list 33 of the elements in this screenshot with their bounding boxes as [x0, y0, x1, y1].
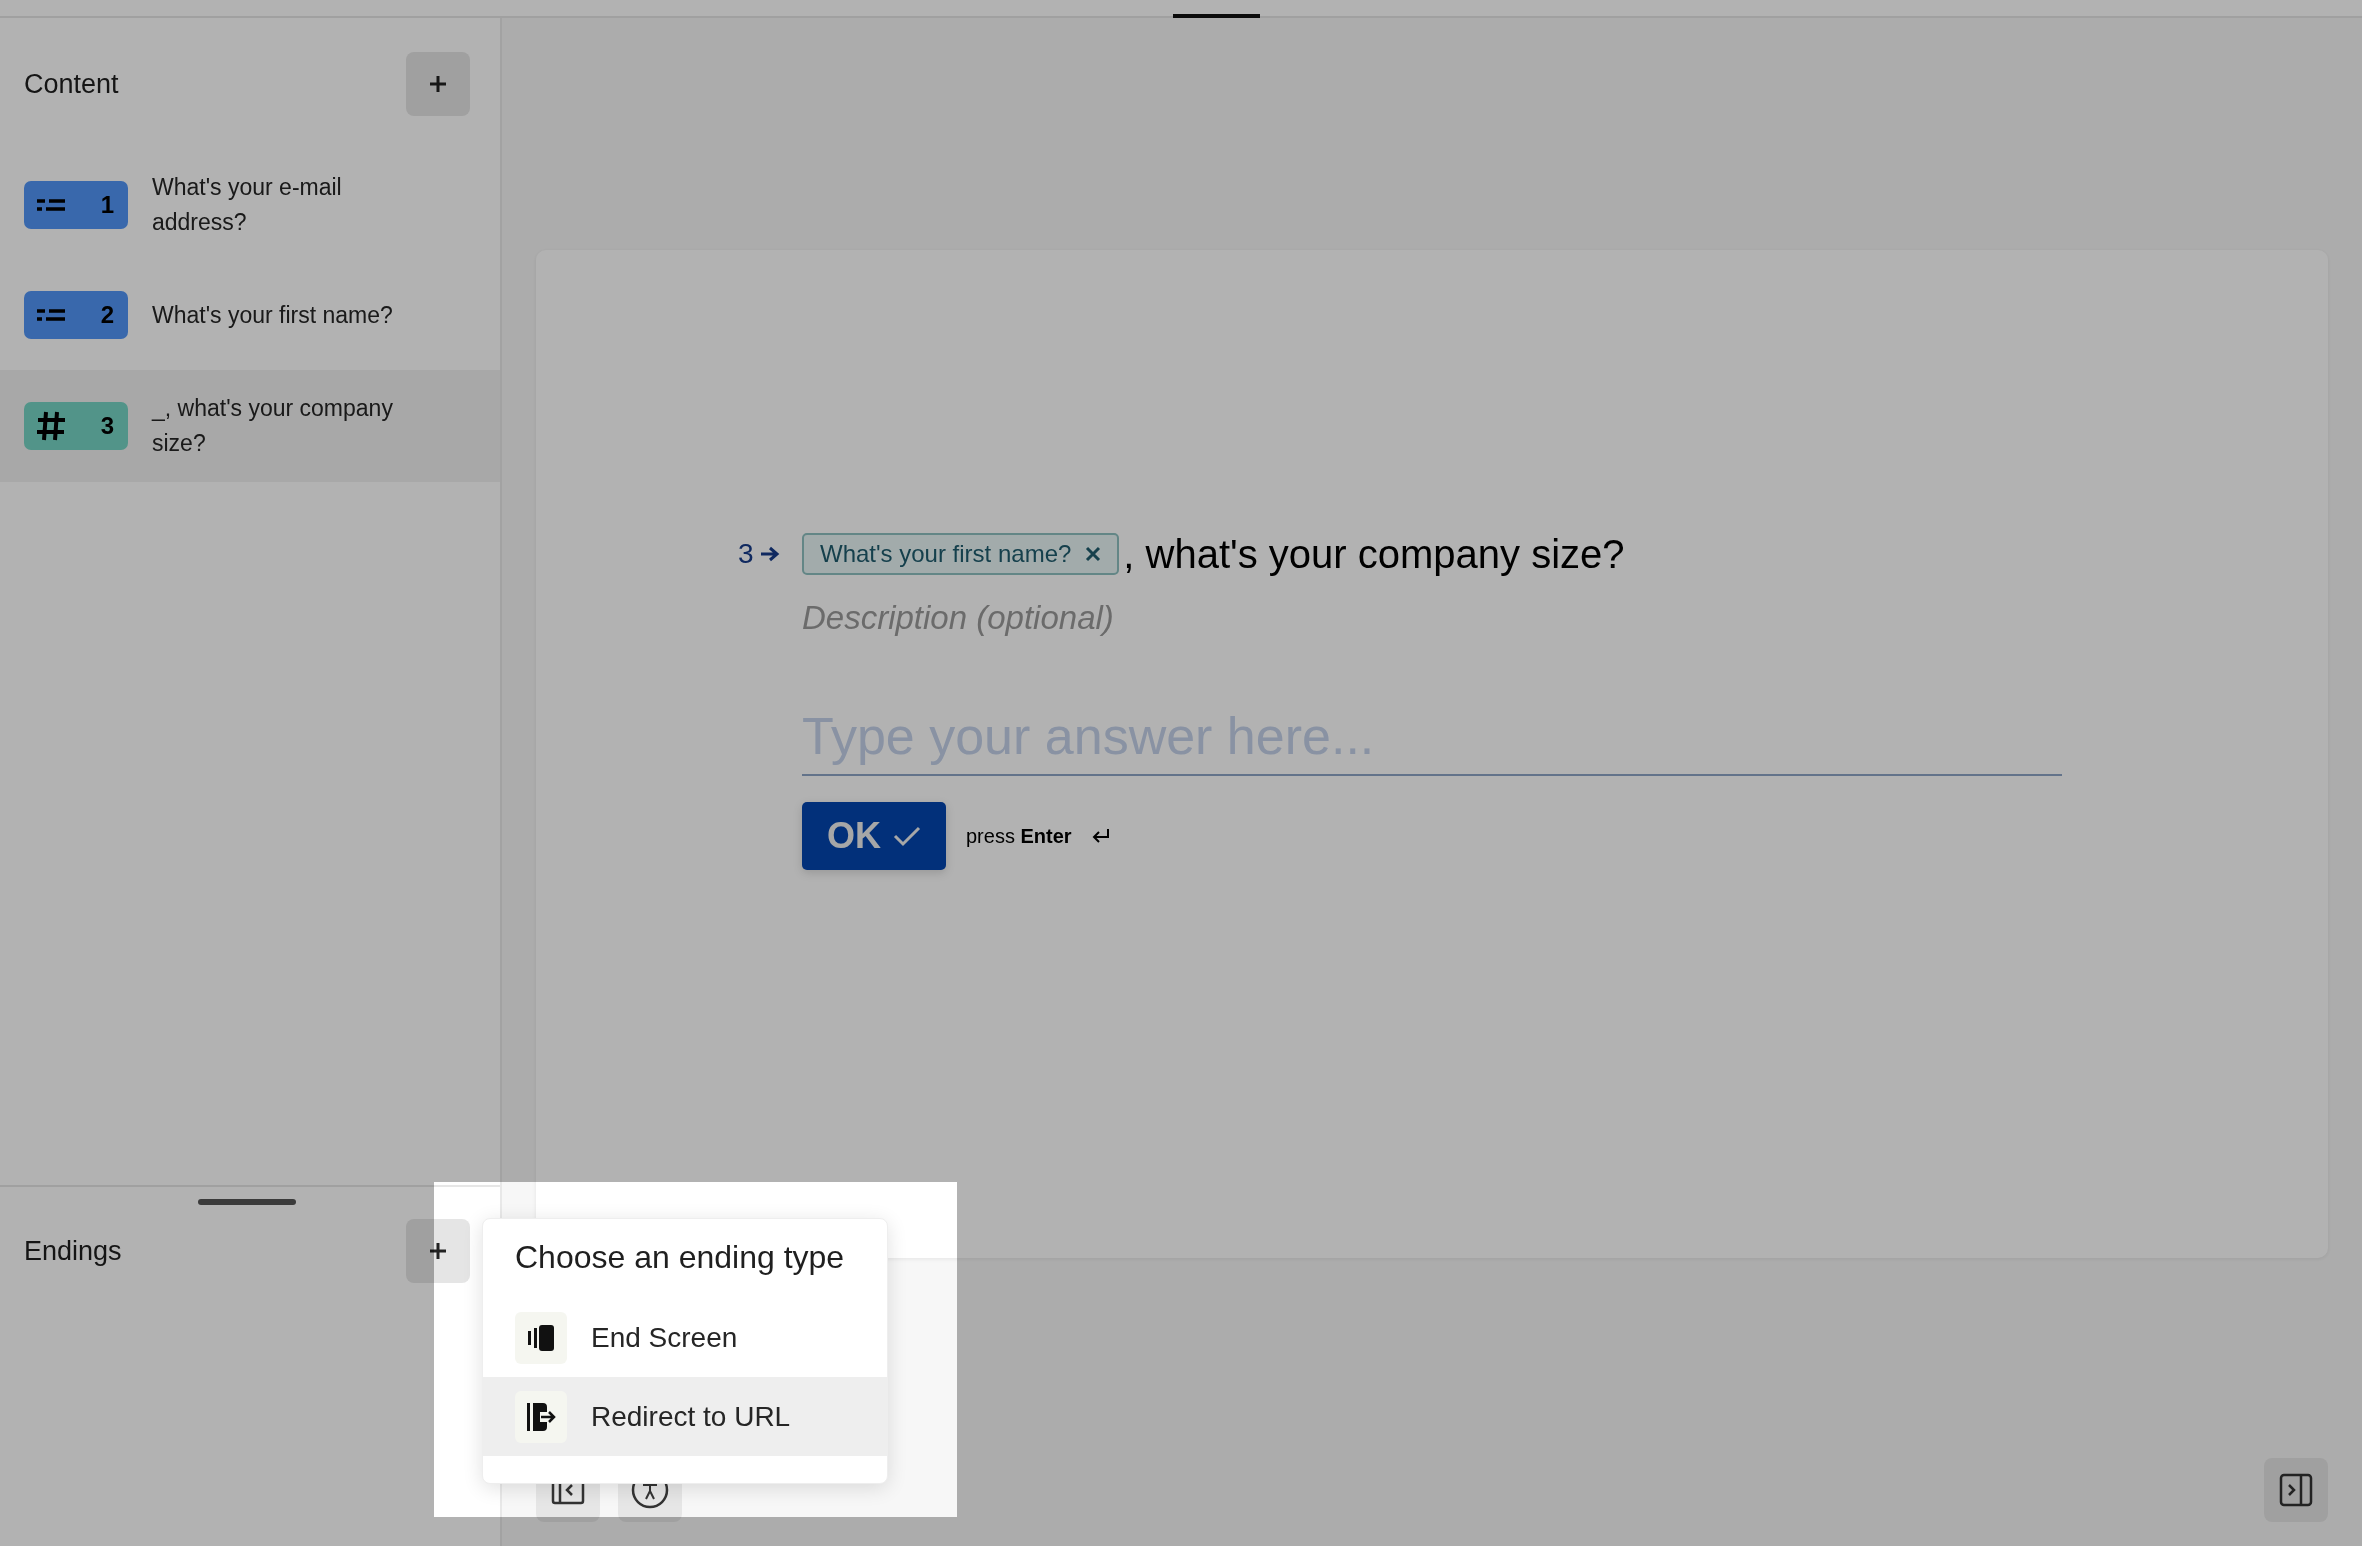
short-text-icon [36, 307, 66, 323]
menu-item[interactable]: Redirect to URL [483, 1377, 887, 1456]
question-badge: 1 [24, 181, 128, 229]
arrow-right-icon [759, 545, 780, 563]
add-button[interactable] [406, 52, 470, 116]
end-screen-icon [526, 1323, 556, 1352]
panel-toggle-button[interactable] [2264, 1458, 2328, 1522]
description-field[interactable]: Description (optional) [802, 596, 1142, 640]
add-button[interactable] [406, 1219, 470, 1283]
plus-icon [428, 74, 448, 94]
question-item[interactable]: 1 What's your e-mail address? [0, 150, 500, 260]
plus-icon [428, 1241, 448, 1261]
section-title: Content [24, 68, 119, 100]
resize-handle[interactable] [198, 1199, 296, 1205]
question-badge: 2 [24, 291, 128, 339]
question-title: , what's your company size? [1123, 531, 1625, 577]
question-item[interactable]: 3 _, what's your company size? [0, 370, 500, 482]
menu-item[interactable]: End Screen [483, 1298, 887, 1377]
sidebar-expand-icon [2279, 1473, 2313, 1507]
question-item[interactable]: 2 What's your first name? [0, 260, 500, 370]
menu-title: Choose an ending type [515, 1239, 846, 1276]
question-badge: 3 [24, 402, 128, 450]
check-icon [893, 825, 921, 847]
redirect-icon [525, 1401, 557, 1432]
short-text-icon [36, 197, 66, 213]
question-number: 3 [738, 538, 754, 570]
section-title: Endings [24, 1235, 122, 1267]
ok-button[interactable]: OK [802, 802, 946, 870]
hash-icon [36, 410, 66, 442]
enter-key-icon [1091, 828, 1110, 844]
recall-chip[interactable]: What's your first name? [802, 533, 1120, 575]
close-icon[interactable] [1085, 546, 1102, 562]
keyboard-hint: press Enter [966, 824, 1072, 848]
